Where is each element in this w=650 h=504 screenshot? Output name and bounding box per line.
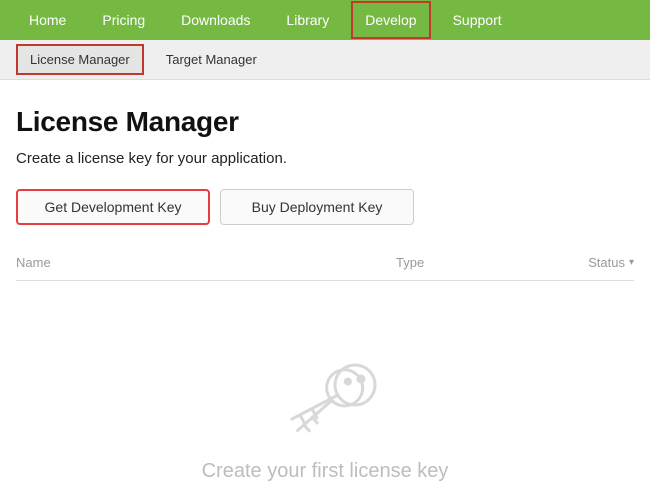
nav-pricing[interactable]: Pricing <box>88 1 159 39</box>
page-subtitle: Create a license key for your applicatio… <box>16 150 634 167</box>
column-type: Type <box>396 255 556 270</box>
tab-target-manager[interactable]: Target Manager <box>152 44 271 75</box>
nav-downloads[interactable]: Downloads <box>167 1 264 39</box>
buy-deployment-key-button[interactable]: Buy Deployment Key <box>220 189 414 225</box>
content-area: License Manager Create a license key for… <box>0 80 650 483</box>
sub-nav: License Manager Target Manager <box>0 40 650 80</box>
table-header: Name Type Status ▾ <box>16 255 634 281</box>
column-status-label: Status <box>588 255 625 270</box>
empty-state-message: Create your first license key <box>16 460 634 483</box>
keys-icon <box>260 351 390 446</box>
top-nav: Home Pricing Downloads Library Develop S… <box>0 0 650 40</box>
page-title: License Manager <box>16 106 634 138</box>
get-development-key-button[interactable]: Get Development Key <box>16 189 210 225</box>
nav-develop[interactable]: Develop <box>351 1 430 39</box>
empty-state: Create your first license key <box>16 351 634 483</box>
column-status[interactable]: Status ▾ <box>556 255 634 270</box>
column-name: Name <box>16 255 396 270</box>
nav-home[interactable]: Home <box>15 1 80 39</box>
button-row: Get Development Key Buy Deployment Key <box>16 189 634 225</box>
nav-support[interactable]: Support <box>439 1 516 39</box>
nav-library[interactable]: Library <box>272 1 343 39</box>
chevron-down-icon: ▾ <box>629 257 634 268</box>
tab-license-manager[interactable]: License Manager <box>16 44 144 75</box>
